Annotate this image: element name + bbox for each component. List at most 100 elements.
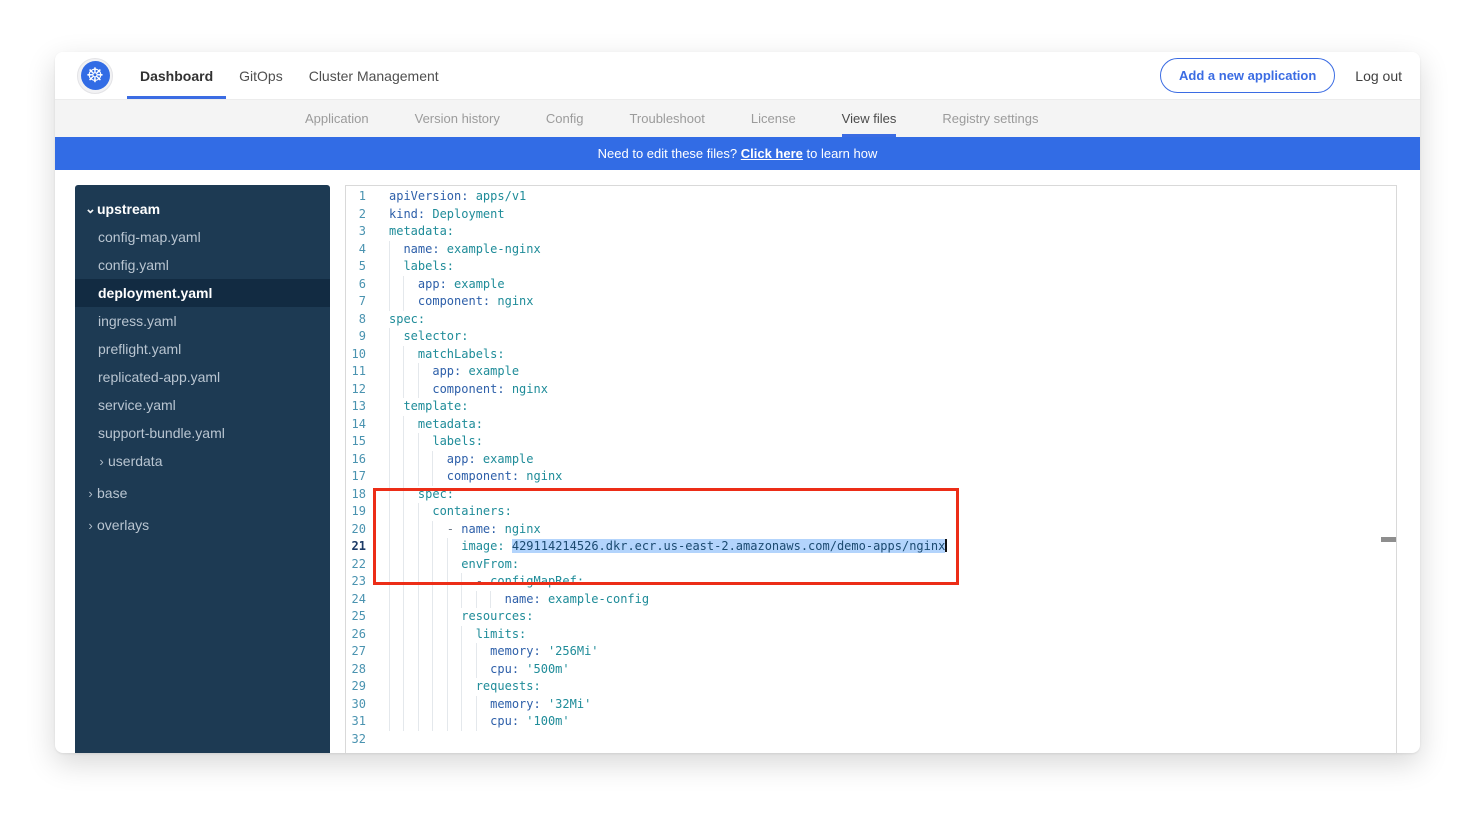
code-text: memory: '256Mi' [366, 643, 1396, 661]
yaml-value: nginx [490, 294, 533, 308]
tab-license[interactable]: License [751, 100, 796, 137]
code-line[interactable]: 13 template: [346, 398, 1396, 416]
code-line[interactable]: 7 component: nginx [346, 293, 1396, 311]
chevron-down-icon: ⌄ [84, 201, 97, 217]
indent-guide [403, 538, 404, 556]
file-support-bundle-yaml[interactable]: support-bundle.yaml [75, 419, 330, 447]
yaml-key: cpu: [490, 714, 519, 728]
code-line[interactable]: 9 selector: [346, 328, 1396, 346]
indent-guide [389, 258, 390, 276]
yaml-key: memory: [490, 697, 541, 711]
code-line[interactable]: 18 spec: [346, 486, 1396, 504]
code-line[interactable]: 3metadata: [346, 223, 1396, 241]
primary-nav-gitops[interactable]: GitOps [226, 52, 296, 99]
tree-section-upstream[interactable]: ⌄upstream [75, 195, 330, 223]
primary-nav-dashboard[interactable]: Dashboard [127, 52, 226, 99]
code-line[interactable]: 8spec: [346, 311, 1396, 329]
indent-guide [389, 538, 390, 556]
code-line[interactable]: 22 envFrom: [346, 556, 1396, 574]
add-application-button[interactable]: Add a new application [1160, 58, 1335, 93]
indent-guide [432, 661, 433, 679]
indent-guide [403, 363, 404, 381]
code-line[interactable]: 31 cpu: '100m' [346, 713, 1396, 731]
indent-guide [447, 556, 448, 574]
logout-link[interactable]: Log out [1355, 68, 1402, 84]
indent-guide [403, 521, 404, 539]
code-line[interactable]: 19 containers: [346, 503, 1396, 521]
yaml-block-key: matchLabels: [418, 347, 505, 361]
yaml-block-key: requests: [476, 679, 541, 693]
indent-guide [447, 678, 448, 696]
tab-view-files[interactable]: View files [842, 100, 897, 137]
indent-guide [389, 643, 390, 661]
tab-application[interactable]: Application [305, 100, 369, 137]
file-preflight-yaml[interactable]: preflight.yaml [75, 335, 330, 363]
file-config-map-yaml[interactable]: config-map.yaml [75, 223, 330, 251]
indent-guide [389, 346, 390, 364]
code-line[interactable]: 29 requests: [346, 678, 1396, 696]
yaml-key: component: [432, 382, 504, 396]
line-number: 29 [346, 678, 366, 696]
code-line[interactable]: 25 resources: [346, 608, 1396, 626]
yaml-key: name: [461, 522, 497, 536]
code-line[interactable]: 27 memory: '256Mi' [346, 643, 1396, 661]
indent-guide [447, 643, 448, 661]
indent-guide [447, 573, 448, 591]
indent-guide [418, 661, 419, 679]
indent-guide [389, 678, 390, 696]
tab-registry-settings[interactable]: Registry settings [942, 100, 1038, 137]
tree-dir-userdata[interactable]: ›userdata [75, 447, 330, 475]
code-line[interactable]: 28 cpu: '500m' [346, 661, 1396, 679]
file-deployment-yaml[interactable]: deployment.yaml [75, 279, 330, 307]
code-text: app: example [366, 451, 1396, 469]
code-line[interactable]: 30 memory: '32Mi' [346, 696, 1396, 714]
file-label: config.yaml [98, 257, 169, 273]
file-ingress-yaml[interactable]: ingress.yaml [75, 307, 330, 335]
tab-version-history[interactable]: Version history [415, 100, 500, 137]
file-service-yaml[interactable]: service.yaml [75, 391, 330, 419]
primary-nav-cluster-management[interactable]: Cluster Management [296, 52, 452, 99]
indent-guide [403, 468, 404, 486]
tab-config[interactable]: Config [546, 100, 584, 137]
code-line[interactable]: 14 metadata: [346, 416, 1396, 434]
yaml-block-key: spec: [418, 487, 454, 501]
code-line[interactable]: 10 matchLabels: [346, 346, 1396, 364]
code-line[interactable]: 11 app: example [346, 363, 1396, 381]
tree-section-overlays[interactable]: ›overlays [75, 511, 330, 539]
code-line[interactable]: 1apiVersion: apps/v1 [346, 188, 1396, 206]
indent-guide [418, 713, 419, 731]
scrollbar-thumb[interactable] [1381, 537, 1396, 542]
file-replicated-app-yaml[interactable]: replicated-app.yaml [75, 363, 330, 391]
code-line[interactable]: 23 - configMapRef: [346, 573, 1396, 591]
file-label: replicated-app.yaml [98, 369, 220, 385]
text-cursor [945, 539, 947, 552]
code-line[interactable]: 6 app: example [346, 276, 1396, 294]
code-line[interactable]: 2kind: Deployment [346, 206, 1396, 224]
indent-guide [432, 556, 433, 574]
tree-section-base[interactable]: ›base [75, 479, 330, 507]
chevron-right-icon: › [95, 454, 108, 469]
file-config-yaml[interactable]: config.yaml [75, 251, 330, 279]
code-line[interactable]: 4 name: example-nginx [346, 241, 1396, 259]
indent-guide [418, 521, 419, 539]
code-line[interactable]: 21 image: 429114214526.dkr.ecr.us-east-2… [346, 538, 1396, 556]
yaml-value: example [476, 452, 534, 466]
file-label: ingress.yaml [98, 313, 177, 329]
code-line[interactable]: 5 labels: [346, 258, 1396, 276]
tab-troubleshoot[interactable]: Troubleshoot [629, 100, 704, 137]
indent-guide [432, 696, 433, 714]
chevron-right-icon: › [84, 486, 97, 501]
code-line[interactable]: 24 name: example-config [346, 591, 1396, 609]
code-line[interactable]: 20 - name: nginx [346, 521, 1396, 539]
code-line[interactable]: 12 component: nginx [346, 381, 1396, 399]
click-here-link[interactable]: Click here [741, 146, 803, 161]
code-editor[interactable]: 1apiVersion: apps/v12kind: Deployment3me… [345, 185, 1397, 753]
code-line[interactable]: 17 component: nginx [346, 468, 1396, 486]
indent-guide [476, 643, 477, 661]
code-line[interactable]: 15 labels: [346, 433, 1396, 451]
code-line[interactable]: 16 app: example [346, 451, 1396, 469]
code-line[interactable]: 26 limits: [346, 626, 1396, 644]
code-line[interactable]: 32 [346, 731, 1396, 749]
indent-guide [389, 398, 390, 416]
yaml-value [505, 539, 512, 553]
